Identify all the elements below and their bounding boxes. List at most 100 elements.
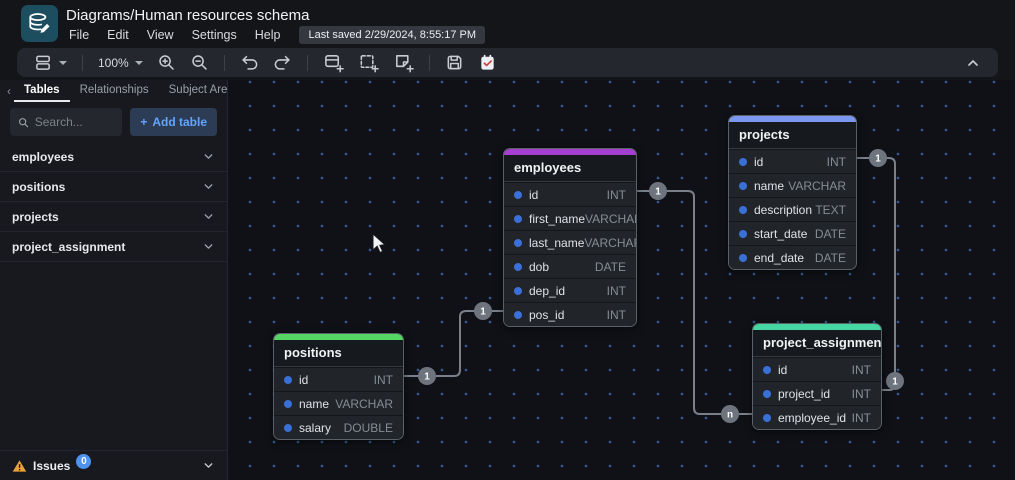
chevron-down-icon[interactable]: [202, 150, 215, 163]
diagram-tree-icon: [36, 55, 50, 70]
field-type: INT: [606, 283, 626, 298]
cardinality-label: 1: [892, 377, 898, 388]
table-field-row-id[interactable]: id INT: [753, 357, 881, 381]
field-name: dep_id: [529, 283, 566, 298]
last-saved-badge: Last saved 2/29/2024, 8:55:17 PM: [299, 26, 486, 44]
sidebar-item-label: positions: [12, 179, 66, 194]
field-dot-icon: [514, 310, 522, 319]
diagram-tree-button[interactable]: [27, 50, 74, 75]
chevron-down-icon[interactable]: [202, 459, 215, 472]
field-name: dob: [529, 259, 550, 274]
sidebar-item-employees[interactable]: employees: [0, 142, 227, 172]
save-button[interactable]: [438, 50, 471, 75]
sidebar-item-projects[interactable]: projects: [0, 202, 227, 232]
table-field-row-pos_id[interactable]: pos_id INT: [504, 302, 636, 326]
field-dot-icon: [284, 423, 292, 432]
field-dot-icon: [284, 375, 292, 384]
table-name[interactable]: positions: [274, 340, 403, 367]
todo-checklist-icon: [481, 54, 494, 70]
table-field-row-name[interactable]: name VARCHAR: [274, 391, 403, 415]
field-name: description: [754, 202, 813, 217]
table-field-row-last_name[interactable]: last_name VARCHAR: [504, 230, 636, 254]
chevron-down-icon[interactable]: [202, 180, 215, 193]
table-field-row-dep_id[interactable]: dep_id INT: [504, 278, 636, 302]
menu-view[interactable]: View: [138, 26, 183, 44]
sidebar-item-label: employees: [12, 149, 75, 164]
add-table-button-toolbar[interactable]: [316, 49, 351, 76]
menu-edit[interactable]: Edit: [98, 26, 138, 44]
sidebar: ‹ TablesRelationshipsSubject Are › + Add…: [0, 80, 244, 480]
field-dot-icon: [739, 181, 747, 190]
table-name[interactable]: projects: [729, 122, 856, 149]
redo-button[interactable]: [266, 50, 299, 75]
field-type: INT: [606, 187, 626, 202]
zoom-level-value: 100%: [98, 55, 129, 70]
zoom-level-dropdown[interactable]: 100%: [91, 53, 150, 73]
table-field-row-salary[interactable]: salary DOUBLE: [274, 415, 403, 439]
table-card-projects[interactable]: projects id INT name VARCHAR description TEXT s…: [728, 115, 857, 270]
zoom-in-icon: [158, 55, 174, 70]
field-type: DATE: [814, 250, 846, 265]
toolbar: 100%: [17, 48, 998, 77]
table-field-row-first_name[interactable]: first_nameVARCHAR: [504, 206, 636, 230]
tab-subject-are[interactable]: Subject Are: [159, 81, 238, 102]
chevron-down-icon[interactable]: [202, 210, 215, 223]
menu-help[interactable]: Help: [246, 26, 290, 44]
zoom-out-button[interactable]: [183, 50, 216, 75]
sidebar-tabs: ‹ TablesRelationshipsSubject Are ›: [0, 80, 244, 102]
tab-tables[interactable]: Tables: [14, 81, 70, 102]
field-type: INT: [373, 372, 393, 387]
sidebar-item-positions[interactable]: positions: [0, 172, 227, 202]
todo-button[interactable]: [471, 50, 504, 75]
field-type: VARCHAR: [788, 178, 846, 193]
table-field-row-id[interactable]: id INT: [274, 367, 403, 391]
add-table-button[interactable]: + Add table: [130, 108, 217, 136]
redo-icon: [274, 55, 290, 70]
tab-relationships[interactable]: Relationships: [70, 81, 159, 102]
warning-icon: [12, 459, 27, 472]
search-input[interactable]: [34, 115, 115, 129]
table-field-row-dob[interactable]: dob DATE: [504, 254, 636, 278]
zoom-out-icon: [191, 55, 207, 70]
sidebar-item-label: projects: [12, 209, 59, 224]
field-type: DATE: [594, 259, 626, 274]
undo-button[interactable]: [233, 50, 266, 75]
table-card-employees[interactable]: employeesidINTfirst_nameVARCHARlast_name…: [503, 148, 637, 327]
tabs-scroll-left-icon[interactable]: ‹: [4, 84, 14, 98]
diagram-canvas[interactable]: 111n11 employeesidINTfirst_nameVARCHARla…: [228, 80, 1015, 480]
field-type: INT: [851, 362, 871, 377]
add-subject-area-button[interactable]: [351, 49, 386, 76]
table-name[interactable]: project_assignment: [753, 330, 881, 357]
sidebar-item-project_assignment[interactable]: project_assignment: [0, 232, 227, 262]
search-icon: [18, 117, 29, 127]
table-field-row-id[interactable]: id INT: [729, 149, 856, 173]
table-field-row-project_id[interactable]: project_id INT: [753, 381, 881, 405]
add-note-button[interactable]: [386, 49, 421, 76]
menu-settings[interactable]: Settings: [183, 26, 246, 44]
table-card-project_assignment[interactable]: project_assignment id INT project_id INT empl…: [752, 323, 882, 430]
field-dot-icon: [739, 157, 747, 166]
issues-row[interactable]: Issues 0: [0, 450, 227, 480]
zoom-in-button[interactable]: [150, 50, 183, 75]
field-type: INT: [606, 307, 626, 322]
table-name[interactable]: employees: [504, 155, 636, 182]
table-field-row-id[interactable]: id INT: [504, 182, 636, 206]
table-field-row-description[interactable]: description TEXT: [729, 197, 856, 221]
field-type: VARCHAR: [584, 235, 637, 250]
table-card-positions[interactable]: positions id INT name VARCHAR salary DOUBLE: [273, 333, 404, 440]
field-name: pos_id: [529, 307, 565, 322]
chevron-down-icon[interactable]: [202, 240, 215, 253]
cardinality-label: n: [727, 410, 733, 421]
search-box[interactable]: [10, 108, 123, 136]
collapse-header-button[interactable]: [958, 52, 988, 74]
relationship-line-positions_id_to_employees_pos_id[interactable]: [404, 310, 503, 377]
table-field-row-start_date[interactable]: start_date DATE: [729, 221, 856, 245]
field-name: name: [754, 178, 785, 193]
field-type: VARCHAR: [585, 211, 636, 226]
table-field-row-employee_id[interactable]: employee_id INT: [753, 405, 881, 429]
menu-file[interactable]: File: [60, 26, 98, 44]
add-note-icon: [395, 55, 414, 73]
cardinality-label: 1: [655, 187, 661, 198]
table-field-row-name[interactable]: name VARCHAR: [729, 173, 856, 197]
table-field-row-end_date[interactable]: end_date DATE: [729, 245, 856, 269]
